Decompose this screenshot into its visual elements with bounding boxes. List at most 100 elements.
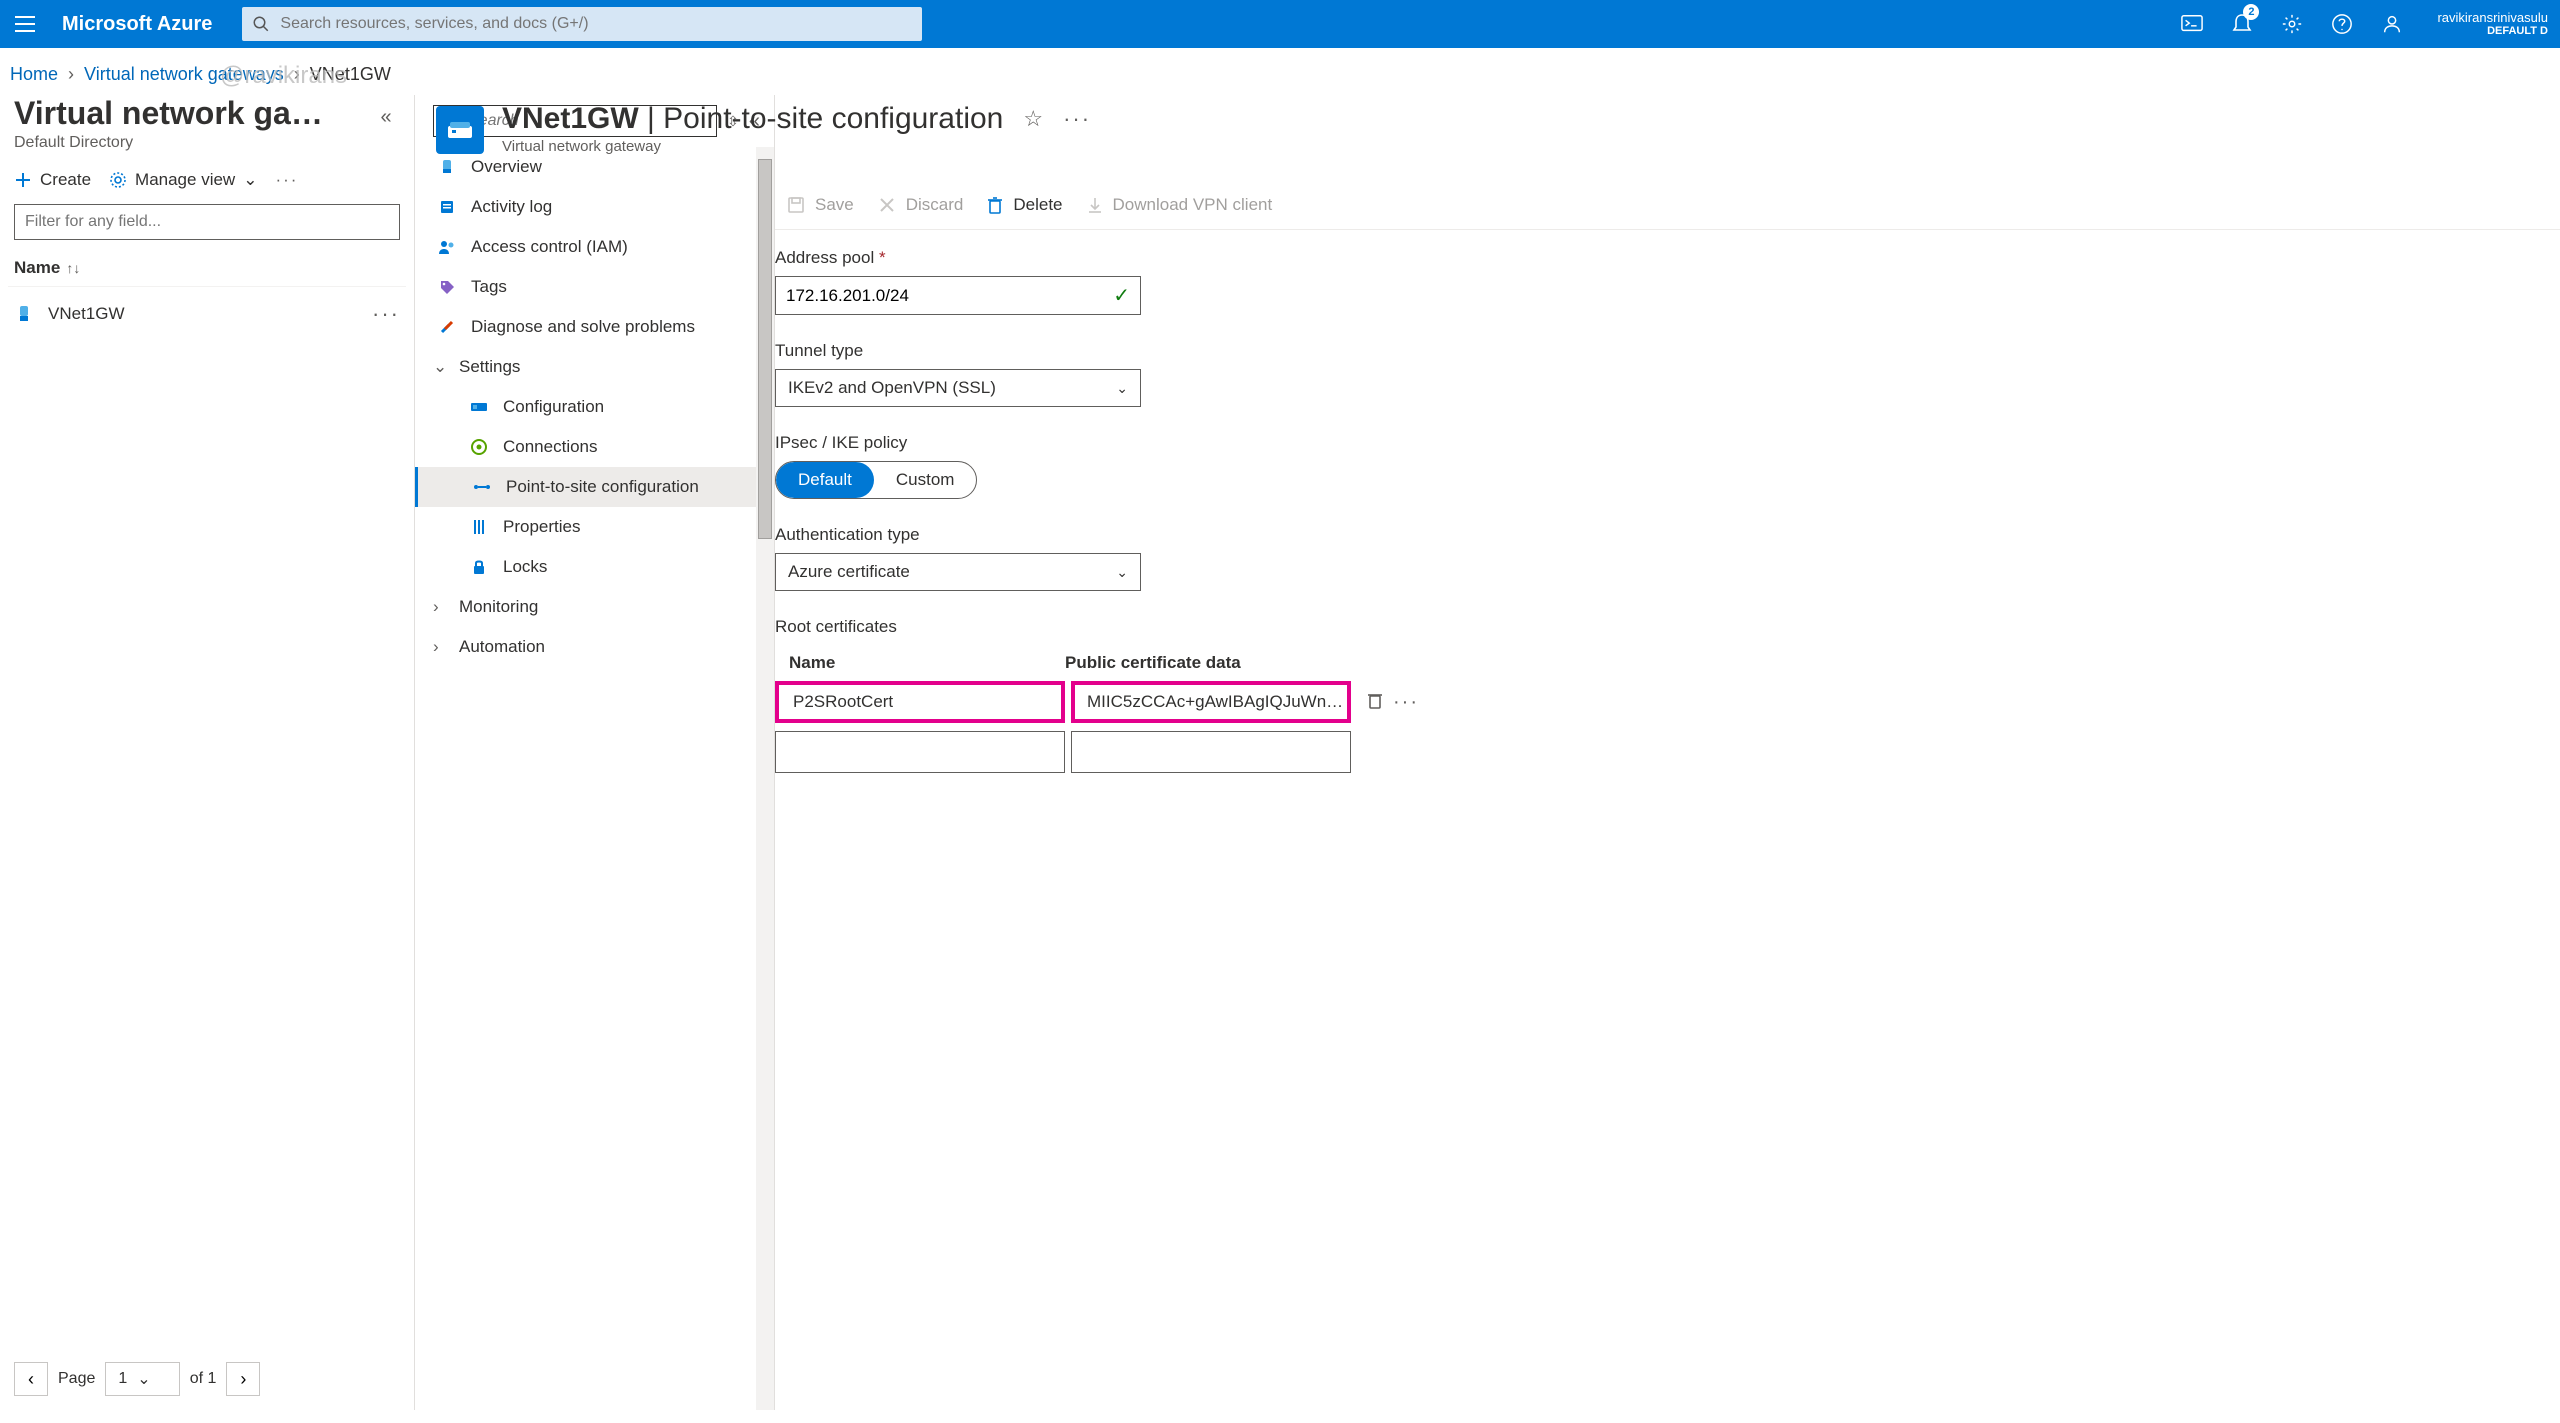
tunnel-type-select[interactable]: IKEv2 and OpenVPN (SSL) ⌄ — [775, 369, 1141, 407]
nav-properties[interactable]: Properties — [415, 507, 774, 547]
ipsec-custom-option[interactable]: Custom — [874, 462, 977, 498]
address-pool-field[interactable]: ✓ — [775, 276, 1141, 315]
notifications-badge: 2 — [2243, 4, 2259, 20]
nav-settings-section[interactable]: ⌄ Settings — [415, 347, 774, 387]
cert-col-data: Public certificate data — [1065, 653, 1345, 673]
cert-col-name: Name — [775, 653, 1065, 673]
ipsec-default-option[interactable]: Default — [776, 462, 874, 498]
chevron-down-icon: ⌄ — [1116, 380, 1128, 397]
account-name: ravikiransrinivasulu — [2437, 10, 2548, 26]
cert-data-cell-empty[interactable] — [1071, 731, 1351, 773]
page-select[interactable]: 1 ⌄ — [105, 1362, 179, 1396]
lock-icon — [469, 557, 489, 577]
next-page-button[interactable]: › — [226, 1362, 260, 1396]
config-icon — [469, 397, 489, 417]
save-button[interactable]: Save — [787, 195, 854, 215]
auth-type-select[interactable]: Azure certificate ⌄ — [775, 553, 1141, 591]
gateway-icon — [14, 304, 34, 324]
nav-configuration[interactable]: Configuration — [415, 387, 774, 427]
nav-automation-section[interactable]: › Automation — [415, 627, 774, 667]
chevron-right-icon: › — [294, 64, 300, 85]
more-commands[interactable]: ··· — [275, 170, 298, 190]
chevron-right-icon: › — [433, 597, 449, 617]
list-item[interactable]: VNet1GW ··· — [8, 286, 406, 341]
nav-scroll: Overview Activity log Access control (IA… — [415, 147, 774, 1410]
log-icon — [437, 197, 457, 217]
breadcrumb-current: VNet1GW — [310, 64, 391, 85]
list-item-label: VNet1GW — [48, 304, 125, 324]
brand-label[interactable]: Microsoft Azure — [44, 13, 242, 36]
plus-icon — [14, 171, 32, 189]
notifications-icon[interactable]: 2 — [2221, 0, 2263, 48]
cert-name-cell[interactable]: P2SRootCert — [775, 681, 1065, 723]
tunnel-type-label: Tunnel type — [775, 341, 2540, 361]
connections-icon — [469, 437, 489, 457]
blade-command-bar: Save Discard Delete Download VPN client — [775, 185, 2560, 230]
search-icon — [252, 15, 270, 33]
trash-icon — [987, 196, 1003, 214]
blade-subtitle: Virtual network gateway — [775, 138, 2530, 155]
left-command-bar: Create Manage view ⌄ ··· — [8, 166, 406, 204]
chevron-down-icon: ⌄ — [137, 1369, 150, 1389]
cert-data-cell[interactable]: MIIC5zCCAc+gAwIBAgIQJuWn… — [1071, 681, 1351, 723]
blade-title: VNet1GW | Point-to-site configuration — [775, 102, 1003, 136]
delete-row-icon[interactable] — [1367, 691, 1383, 714]
people-icon — [437, 237, 457, 257]
scrollbar[interactable] — [756, 147, 774, 1410]
delete-button[interactable]: Delete — [987, 195, 1062, 215]
address-pool-label: Address pool * — [775, 248, 2540, 268]
address-pool-input[interactable] — [786, 286, 1113, 306]
row-more-icon[interactable]: ··· — [1393, 691, 1419, 714]
p2s-icon — [472, 477, 492, 497]
breadcrumb-gateways[interactable]: Virtual network gateways — [84, 64, 284, 85]
menu-toggle[interactable] — [6, 0, 44, 48]
settings-icon[interactable] — [2271, 0, 2313, 48]
collapse-left-panel[interactable]: « — [372, 103, 400, 131]
resource-list-panel: Virtual network ga… « Default Directory … — [0, 95, 415, 1410]
feedback-icon[interactable] — [2371, 0, 2413, 48]
blade-content: VNet1GW | Point-to-site configuration ☆ … — [775, 95, 2560, 1410]
nav-activity-log[interactable]: Activity log — [415, 187, 774, 227]
cloud-shell-icon[interactable] — [2171, 0, 2213, 48]
chevron-down-icon: ⌄ — [243, 170, 257, 190]
nav-access-control[interactable]: Access control (IAM) — [415, 227, 774, 267]
nav-tags[interactable]: Tags — [415, 267, 774, 307]
chevron-right-icon: › — [68, 64, 74, 85]
filter-input[interactable] — [14, 204, 400, 240]
nav-locks[interactable]: Locks — [415, 547, 774, 587]
cert-name-cell-empty[interactable] — [775, 731, 1065, 773]
breadcrumb-home[interactable]: Home — [10, 64, 58, 85]
pagination: ‹ Page 1 ⌄ of 1 › — [8, 1348, 406, 1410]
main-columns: Virtual network ga… « Default Directory … — [0, 95, 2560, 1410]
blade-more-icon[interactable]: ··· — [1063, 106, 1091, 132]
chevron-down-icon: ⌄ — [1116, 564, 1128, 581]
account-directory: DEFAULT D — [2437, 25, 2548, 38]
sort-asc-icon: ↑↓ — [66, 260, 80, 276]
tag-icon — [437, 277, 457, 297]
global-search-input[interactable] — [270, 15, 912, 33]
nav-point-to-site[interactable]: Point-to-site configuration — [415, 467, 774, 507]
create-button[interactable]: Create — [14, 170, 91, 190]
discard-button[interactable]: Discard — [878, 195, 964, 215]
download-icon — [1087, 196, 1103, 214]
favorite-star-icon[interactable]: ☆ — [1023, 106, 1043, 132]
account-info[interactable]: ravikiransrinivasulu DEFAULT D — [2423, 10, 2554, 39]
scrollbar-thumb[interactable] — [758, 159, 772, 539]
manage-view-button[interactable]: Manage view ⌄ — [109, 170, 257, 190]
gear-icon — [109, 171, 127, 189]
azure-topbar: Microsoft Azure 2 ravikiransrinivasulu D… — [0, 0, 2560, 48]
valid-check-icon: ✓ — [1113, 283, 1130, 308]
auth-type-label: Authentication type — [775, 525, 2540, 545]
download-vpn-button[interactable]: Download VPN client — [1087, 195, 1273, 215]
save-icon — [787, 196, 805, 214]
help-icon[interactable] — [2321, 0, 2363, 48]
nav-monitoring-section[interactable]: › Monitoring — [415, 587, 774, 627]
global-search-wrap — [242, 7, 922, 41]
panel-subtitle: Default Directory — [8, 132, 406, 166]
prev-page-button[interactable]: ‹ — [14, 1362, 48, 1396]
column-header-name[interactable]: Name ↑↓ — [8, 250, 406, 286]
nav-diagnose[interactable]: Diagnose and solve problems — [415, 307, 774, 347]
nav-connections[interactable]: Connections — [415, 427, 774, 467]
global-search[interactable] — [242, 7, 922, 41]
row-more-icon[interactable]: ··· — [372, 301, 400, 327]
